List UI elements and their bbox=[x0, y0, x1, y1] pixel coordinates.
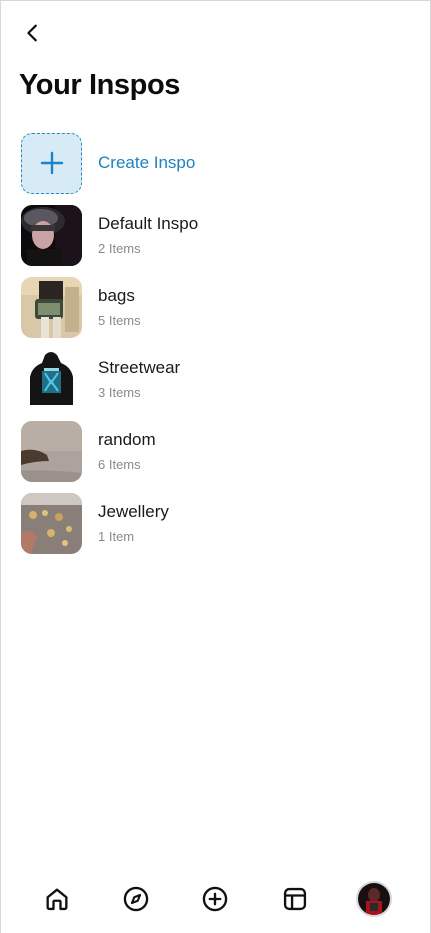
bottom-nav bbox=[1, 871, 430, 933]
inspo-thumbnail bbox=[21, 492, 82, 554]
inspo-thumbnail bbox=[21, 204, 82, 266]
create-inspo-label[interactable]: Create Inspo bbox=[98, 153, 195, 173]
profile-avatar bbox=[356, 881, 393, 917]
nav-explore-button[interactable] bbox=[116, 879, 156, 919]
list-item-random[interactable]: random 6 Items bbox=[21, 415, 411, 487]
create-inspo-tile[interactable] bbox=[21, 132, 82, 194]
inspo-list: Create Inspo Default Inspo 2 Items bags … bbox=[21, 127, 411, 559]
list-item-streetwear[interactable]: Streetwear 3 Items bbox=[21, 343, 411, 415]
compass-icon bbox=[123, 886, 149, 912]
add-circle-icon bbox=[203, 886, 228, 912]
inspo-name: bags bbox=[98, 286, 135, 305]
layout-icon bbox=[283, 887, 306, 911]
page-title: Your Inspos bbox=[19, 69, 181, 101]
plus-icon bbox=[40, 151, 63, 175]
inspo-item-count: 2 Items bbox=[98, 241, 141, 256]
inspo-name: random bbox=[98, 430, 156, 449]
inspo-item-count: 6 Items bbox=[98, 457, 141, 472]
inspo-thumbnail bbox=[21, 348, 82, 410]
inspo-name: Default Inspo bbox=[98, 214, 199, 233]
inspo-item-count: 1 Item bbox=[98, 529, 135, 544]
inspo-name: Jewellery bbox=[98, 502, 169, 521]
create-inspo-row[interactable]: Create Inspo bbox=[21, 127, 411, 199]
nav-profile-button[interactable] bbox=[354, 879, 394, 919]
nav-inspos-button[interactable] bbox=[275, 879, 315, 919]
inspo-name: Streetwear bbox=[98, 358, 181, 377]
list-item-jewellery[interactable]: Jewellery 1 Item bbox=[21, 487, 411, 559]
nav-home-button[interactable] bbox=[37, 879, 77, 919]
list-item-bags[interactable]: bags 5 Items bbox=[21, 271, 411, 343]
inspo-item-count: 3 Items bbox=[98, 385, 141, 400]
back-button[interactable] bbox=[19, 19, 47, 47]
inspo-thumbnail bbox=[21, 276, 82, 338]
inspo-thumbnail bbox=[21, 420, 82, 482]
home-icon bbox=[46, 888, 68, 911]
inspos-screen: Your Inspos Create Inspo Default Inspo 2… bbox=[0, 0, 431, 933]
nav-create-button[interactable] bbox=[195, 879, 235, 919]
inspo-item-count: 5 Items bbox=[98, 313, 141, 328]
list-item-default-inspo[interactable]: Default Inspo 2 Items bbox=[21, 199, 411, 271]
chevron-left-icon bbox=[27, 24, 37, 42]
